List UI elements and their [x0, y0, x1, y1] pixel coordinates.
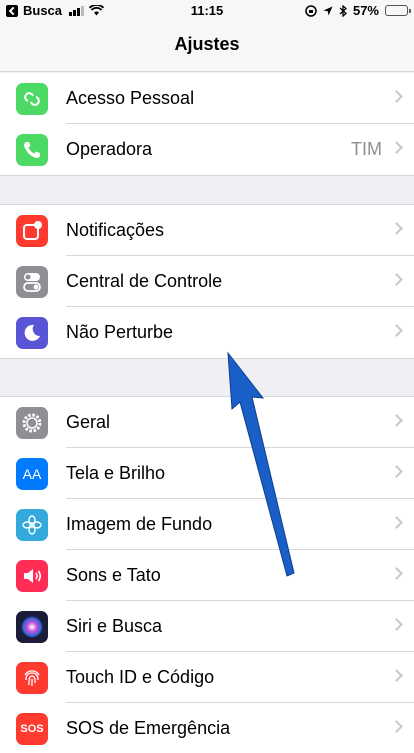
row-label: SOS de Emergência [66, 718, 231, 738]
row-label: Notificações [66, 220, 165, 240]
siri-icon [16, 611, 48, 643]
row-acesso-pessoal[interactable]: Acesso Pessoal [0, 73, 414, 124]
chevron-right-icon [390, 669, 403, 682]
row-label: Sons e Tato [66, 565, 161, 585]
fingerprint-icon [16, 662, 48, 694]
chevron-right-icon [390, 90, 403, 103]
control-center-icon [16, 266, 48, 298]
chevron-right-icon [390, 618, 403, 631]
bluetooth-icon [339, 4, 347, 17]
settings-group-general: Geral AA Tela e Brilho Imagem de Fundo S… [0, 396, 414, 753]
row-label: Operadora [66, 139, 153, 159]
location-icon [323, 6, 333, 15]
settings-group-notifications: Notificações Central de Controle Não Per… [0, 204, 414, 359]
battery-icon [385, 5, 411, 16]
row-sos-de-emergencia[interactable]: SOS SOS de Emergência [0, 703, 414, 753]
row-label: Central de Controle [66, 271, 223, 291]
row-tela-e-brilho[interactable]: AA Tela e Brilho [0, 448, 414, 499]
notifications-icon [16, 215, 48, 247]
sos-icon: SOS [16, 713, 48, 745]
rotation-lock-icon [305, 4, 317, 17]
row-label: Acesso Pessoal [66, 88, 195, 108]
chevron-right-icon [390, 720, 403, 733]
row-label: Geral [66, 412, 111, 432]
status-right: 57% [305, 3, 411, 18]
hotspot-icon [16, 83, 48, 115]
chevron-right-icon [390, 141, 403, 154]
row-central-de-controle[interactable]: Central de Controle [0, 256, 414, 307]
chevron-right-icon [390, 414, 403, 427]
row-notificacoes[interactable]: Notificações [0, 205, 414, 256]
row-label: Não Perturbe [66, 322, 174, 342]
display-icon: AA [16, 458, 48, 490]
settings-group-network: Acesso Pessoal Operadora TIM [0, 73, 414, 176]
moon-icon [16, 317, 48, 349]
chevron-right-icon [390, 567, 403, 580]
row-sons-e-tato[interactable]: Sons e Tato [0, 550, 414, 601]
chevron-right-icon [390, 465, 403, 478]
chevron-right-icon [390, 222, 403, 235]
row-label: Siri e Busca [66, 616, 163, 636]
page-title: Ajustes [174, 34, 240, 54]
battery-percent: 57% [352, 3, 379, 18]
chevron-right-icon [390, 273, 403, 286]
gear-icon [16, 407, 48, 439]
phone-icon [16, 134, 48, 166]
row-label: Touch ID e Código [66, 667, 215, 687]
row-touch-id-e-codigo[interactable]: Touch ID e Código [0, 652, 414, 703]
chevron-right-icon [390, 324, 403, 337]
row-geral[interactable]: Geral [0, 397, 414, 448]
carrier-value: TIM [351, 139, 382, 159]
row-operadora[interactable]: Operadora TIM [0, 124, 414, 175]
row-label: Imagem de Fundo [66, 514, 213, 534]
row-nao-perturbe[interactable]: Não Perturbe [0, 307, 414, 358]
status-bar: Busca 11:15 57% [0, 0, 414, 20]
row-siri-e-busca[interactable]: Siri e Busca [0, 601, 414, 652]
wallpaper-icon [16, 509, 48, 541]
navigation-bar: Ajustes [0, 20, 414, 72]
row-label: Tela e Brilho [66, 463, 166, 483]
sound-icon [16, 560, 48, 592]
row-imagem-de-fundo[interactable]: Imagem de Fundo [0, 499, 414, 550]
chevron-right-icon [390, 516, 403, 529]
